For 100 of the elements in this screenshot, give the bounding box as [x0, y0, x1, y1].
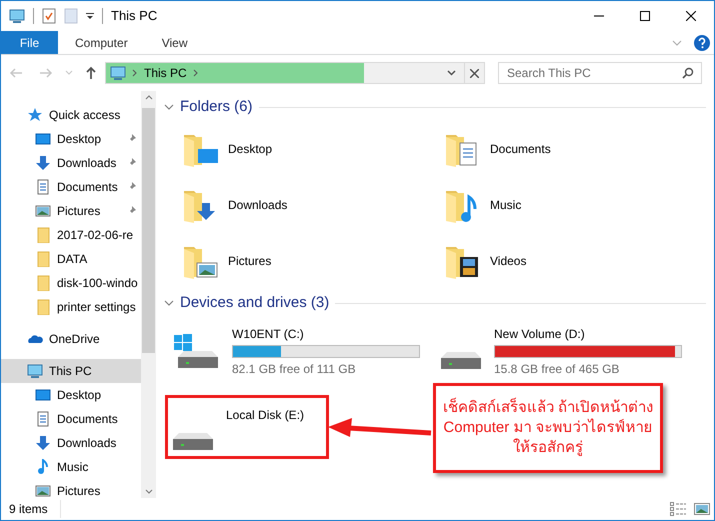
scroll-up-icon[interactable]: [144, 95, 152, 100]
sidebar-item[interactable]: disk-100-windo: [1, 271, 141, 295]
status-text: 9 items: [9, 500, 61, 518]
folder-icon: [35, 275, 51, 291]
sidebar-label: Downloads: [57, 155, 116, 172]
sidebar-item[interactable]: Desktop: [1, 383, 141, 407]
down-arrow-icon: [35, 155, 51, 171]
folder-icon: [35, 251, 51, 267]
sidebar-item[interactable]: Quick access: [1, 103, 141, 127]
drive-name: W10ENT (C:): [232, 326, 305, 343]
folder-name: Music: [490, 197, 522, 214]
star-icon: [27, 107, 43, 123]
folder-item[interactable]: Downloads: [180, 185, 442, 225]
ribbon-tab[interactable]: View: [144, 31, 204, 54]
sidebar-label: Documents: [57, 179, 118, 196]
sidebar-label: Music: [57, 459, 88, 476]
folder-name: Downloads: [228, 197, 288, 214]
sidebar-label: Desktop: [57, 387, 102, 404]
folder-icon: [35, 227, 51, 243]
sidebar-item[interactable]: Desktop: [1, 127, 141, 151]
section-heading[interactable]: Folders (6): [180, 96, 253, 118]
monitor-icon: [35, 387, 51, 403]
drive-item[interactable]: New Volume (D:) 15.8 GB free of 465 GB: [436, 321, 686, 382]
sidebar-label: printer settings: [57, 299, 136, 316]
sidebar-label: This PC: [49, 363, 92, 380]
document-icon: [35, 179, 51, 195]
drive-item[interactable]: Local Disk (E:): [168, 398, 326, 456]
scrollbar-thumb[interactable]: [142, 108, 155, 353]
computer-icon: [27, 363, 43, 379]
sidebar-item[interactable]: This PC: [1, 359, 141, 383]
down-arrow-icon: [35, 435, 51, 451]
sidebar-item[interactable]: Documents: [1, 175, 141, 199]
sidebar-item[interactable]: Music: [1, 455, 141, 479]
drive-name: Local Disk (E:): [226, 407, 304, 424]
close-icon: [470, 68, 479, 78]
folder-name: Pictures: [228, 253, 272, 270]
sidebar-label: OneDrive: [49, 331, 100, 348]
sidebar-item[interactable]: printer settings: [1, 295, 141, 319]
maximize-icon: [640, 11, 650, 21]
chevron-down-icon[interactable]: [447, 70, 456, 76]
details-view-icon[interactable]: [670, 502, 686, 516]
music-note-icon: [35, 459, 51, 475]
sidebar-label: DATA: [57, 251, 88, 268]
breadcrumb[interactable]: This PC: [144, 64, 187, 82]
dropdown-icon[interactable]: [86, 12, 94, 20]
chevron-right-icon: [192, 69, 199, 77]
folder-name: Desktop: [228, 141, 272, 158]
sidebar-label: 2017-02-06-re: [57, 227, 134, 244]
sidebar-item[interactable]: Pictures: [1, 479, 141, 498]
sidebar-item[interactable]: DATA: [1, 247, 141, 271]
hard-drive-icon: [440, 351, 482, 370]
properties-icon[interactable]: [42, 8, 56, 24]
chevron-icon[interactable]: [164, 298, 174, 308]
system-drive-icon: [172, 333, 220, 370]
help-icon[interactable]: [694, 34, 710, 50]
sidebar-item[interactable]: OneDrive: [1, 327, 141, 351]
folder-item[interactable]: Videos: [442, 241, 704, 281]
computer-icon: [9, 8, 25, 24]
sidebar-label: Desktop: [57, 131, 102, 148]
folder-item[interactable]: Documents: [442, 129, 704, 169]
search-icon[interactable]: [682, 67, 694, 79]
drive-free-space: 15.8 GB free of 465 GB: [494, 361, 620, 378]
chevron-icon[interactable]: [164, 102, 174, 112]
address-bar[interactable]: This PC: [105, 62, 485, 84]
sidebar-label: Pictures: [57, 483, 100, 498]
sidebar-label: disk-100-windo: [57, 275, 138, 292]
ribbon-tab[interactable]: File: [1, 31, 58, 54]
section-heading[interactable]: Devices and drives (3): [180, 292, 330, 314]
scroll-down-icon[interactable]: [144, 489, 152, 494]
drive-free-space: 82.1 GB free of 111 GB: [232, 361, 357, 378]
folder-item[interactable]: Desktop: [180, 129, 442, 169]
folder-item[interactable]: Music: [442, 185, 704, 225]
document-icon: [35, 411, 51, 427]
large-icons-view-icon[interactable]: [694, 502, 710, 516]
ribbon-tab[interactable]: Computer: [58, 31, 145, 54]
sidebar-label: Downloads: [57, 435, 116, 452]
close-icon: [686, 11, 696, 21]
sidebar-label: Quick access: [49, 107, 120, 124]
sidebar-label: Pictures: [57, 203, 100, 220]
sidebar-item[interactable]: Documents: [1, 407, 141, 431]
up-arrow-icon[interactable]: [85, 66, 97, 80]
sidebar-item[interactable]: Pictures: [1, 199, 141, 223]
sidebar-item[interactable]: Downloads: [1, 151, 141, 175]
sidebar-item[interactable]: Downloads: [1, 431, 141, 455]
folder-name: Documents: [490, 141, 551, 158]
chevron-right-icon: [132, 69, 138, 77]
computer-icon: [110, 65, 126, 81]
folder-item[interactable]: Pictures: [180, 241, 442, 281]
hard-drive-icon: [172, 432, 214, 451]
folder-name: Videos: [490, 253, 526, 270]
search-field[interactable]: Search This PC: [498, 62, 702, 84]
scrollbar[interactable]: [141, 91, 156, 498]
sidebar-label: Documents: [57, 411, 118, 428]
picture-icon: [35, 203, 51, 219]
drive-item[interactable]: W10ENT (C:) 82.1 GB free of 111 GB: [168, 321, 418, 382]
picture-icon: [35, 483, 51, 498]
sidebar-item[interactable]: 2017-02-06-re: [1, 223, 141, 247]
drive-name: New Volume (D:): [494, 326, 586, 343]
monitor-icon: [35, 131, 51, 147]
window-title: This PC: [111, 7, 158, 26]
